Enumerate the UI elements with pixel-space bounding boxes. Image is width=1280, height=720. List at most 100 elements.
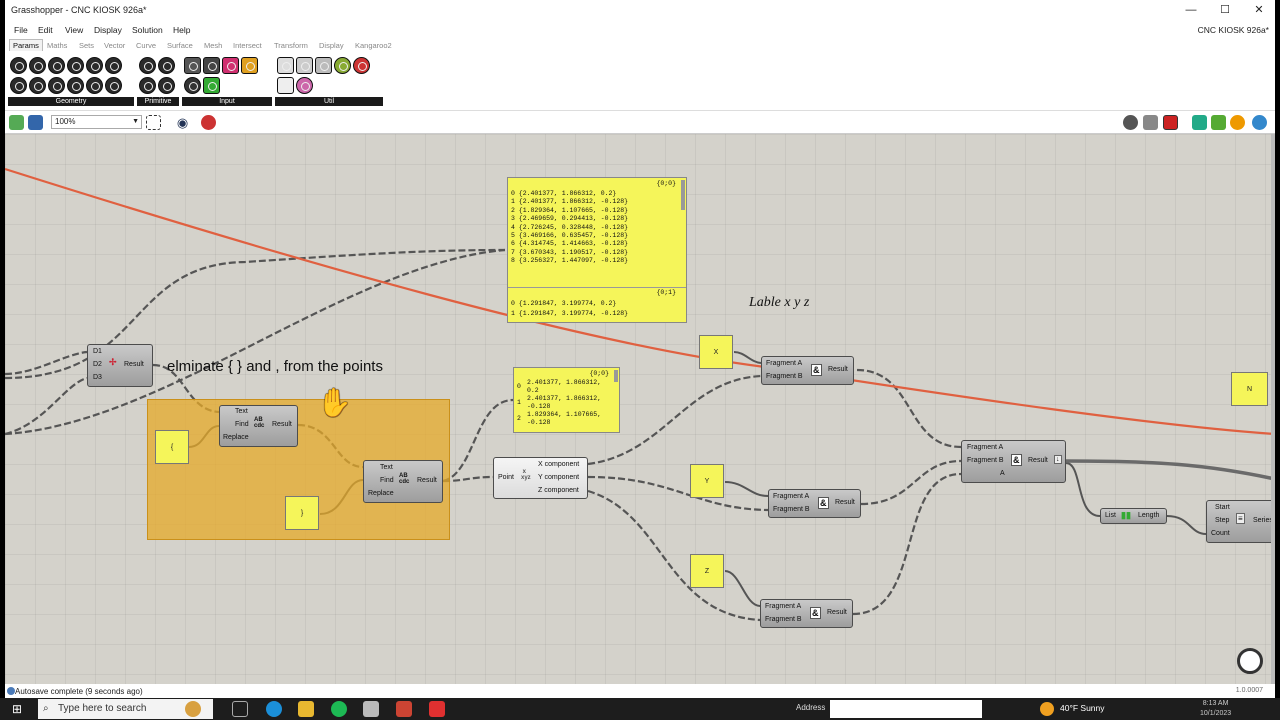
input-count[interactable]: Count <box>1211 530 1230 537</box>
file-explorer-icon[interactable] <box>298 701 314 717</box>
input-find[interactable]: Find <box>380 477 394 484</box>
button-icon[interactable] <box>184 77 201 94</box>
powerpoint-icon[interactable] <box>396 701 412 717</box>
zoom-dropdown[interactable]: 100% ▼ <box>51 115 142 129</box>
input-d3[interactable]: D3 <box>93 374 102 381</box>
menu-file[interactable]: File <box>14 25 28 35</box>
tab-maths[interactable]: Maths <box>47 41 67 50</box>
output-result[interactable]: Result <box>124 361 144 368</box>
panel-scrollbar[interactable] <box>681 180 685 210</box>
input-replace[interactable]: Replace <box>223 434 249 441</box>
x-label-param[interactable]: X <box>699 335 733 369</box>
input-fragment-a[interactable]: Fragment A <box>773 493 809 500</box>
boolean-param-icon[interactable] <box>139 57 156 74</box>
open-brace-param[interactable]: { <box>155 430 189 464</box>
line-param-icon[interactable] <box>29 77 46 94</box>
tab-intersect[interactable]: Intersect <box>233 41 262 50</box>
point-param-icon[interactable] <box>10 57 27 74</box>
replace-component-1[interactable]: Text Find Replace AB cdc Result <box>219 405 298 447</box>
navigation-compass-icon[interactable] <box>1237 648 1263 674</box>
clean-points-panel[interactable]: {0;0} 0 2.401377, 1.866312, 0.2 1 2.401377,… <box>513 367 620 433</box>
canvas-scrollbar[interactable] <box>1271 134 1275 684</box>
label-xyz-note[interactable]: Lable x y z <box>749 295 809 311</box>
tab-curve[interactable]: Curve <box>136 41 156 50</box>
windows-start-icon[interactable]: ⊞ <box>12 702 22 716</box>
ribbon-label-primitive[interactable]: Primitive <box>137 97 179 106</box>
menu-view[interactable]: View <box>65 25 83 35</box>
menu-help[interactable]: Help <box>173 25 190 35</box>
rhino-icon[interactable] <box>363 701 379 717</box>
output-result[interactable]: Result <box>417 477 437 484</box>
input-text[interactable]: Text <box>235 408 248 415</box>
panel-scrollbar[interactable] <box>614 370 618 382</box>
flatten-icon[interactable]: ↓ <box>1054 455 1062 464</box>
input-fragment-a[interactable]: Fragment A <box>765 603 801 610</box>
input-a[interactable]: A <box>1000 470 1005 477</box>
surface-param-icon[interactable] <box>67 77 84 94</box>
preview-icon[interactable] <box>1123 115 1138 130</box>
grasshopper-canvas[interactable]: elminate { } and , from the points Lable… <box>5 134 1275 684</box>
circle-param-icon[interactable] <box>29 57 46 74</box>
ribbon-label-input[interactable]: Input <box>182 97 272 106</box>
concatenate-x-component[interactable]: Fragment A Fragment B & Result <box>761 356 854 385</box>
text-param-icon[interactable] <box>158 77 175 94</box>
preview-mode-icon[interactable] <box>1163 115 1178 130</box>
weather-text[interactable]: 40°F Sunny <box>1060 703 1105 713</box>
value-list-icon[interactable] <box>203 77 220 94</box>
data-recorder-icon[interactable] <box>296 57 313 74</box>
tab-vector[interactable]: Vector <box>104 41 125 50</box>
tab-kangaroo2[interactable]: Kangaroo2 <box>355 41 392 50</box>
deconstruct-point-component[interactable]: Point x xyz X component Y component Z com… <box>493 457 588 499</box>
close-button[interactable]: ✕ <box>1245 2 1273 18</box>
input-d2[interactable]: D2 <box>93 361 102 368</box>
edge-icon[interactable] <box>266 701 282 717</box>
curve-param-icon[interactable] <box>10 77 27 94</box>
z-label-param[interactable]: Z <box>690 554 724 588</box>
output-result[interactable]: Result <box>272 421 292 428</box>
input-fragment-b[interactable]: Fragment B <box>773 506 810 513</box>
tab-sets[interactable]: Sets <box>79 41 94 50</box>
input-fragment-a[interactable]: Fragment A <box>766 360 802 367</box>
input-fragment-b[interactable]: Fragment B <box>765 616 802 623</box>
cluster-icon[interactable] <box>277 57 294 74</box>
fitness-icon[interactable] <box>334 57 351 74</box>
menu-display[interactable]: Display <box>94 25 122 35</box>
concatenate-y-component[interactable]: Fragment A Fragment B & Result <box>768 489 861 518</box>
points-panel[interactable]: {0;0} 0 {2.401377, 1.866312, 0.2} 1 {2.4… <box>507 177 687 323</box>
sphere-icon[interactable] <box>1252 115 1267 130</box>
tab-display[interactable]: Display <box>319 41 344 50</box>
output-result[interactable]: Result <box>827 609 847 616</box>
save-file-icon[interactable] <box>28 115 43 130</box>
mesh-param-icon[interactable] <box>105 57 122 74</box>
input-d1[interactable]: D1 <box>93 348 102 355</box>
plane-param-icon[interactable] <box>48 77 65 94</box>
toggle-icon[interactable] <box>203 57 220 74</box>
close-brace-param[interactable]: } <box>285 496 319 530</box>
graph-mapper-icon[interactable] <box>241 57 258 74</box>
taskbar-clock[interactable]: 8:13 AM 10/1/2023 <box>1200 699 1231 719</box>
shaded-preview-icon[interactable] <box>1192 115 1207 130</box>
vector-param-icon[interactable] <box>86 77 103 94</box>
y-label-param[interactable]: Y <box>690 464 724 498</box>
render-icon[interactable] <box>1230 115 1245 130</box>
output-y[interactable]: Y component <box>538 474 579 481</box>
merge-component[interactable]: D1 D2 D3 ✢ Result <box>87 344 153 387</box>
sketch-icon[interactable] <box>201 115 216 130</box>
series-component[interactable]: Start Step Count ≡ Series <box>1206 500 1275 543</box>
material-icon[interactable] <box>1211 115 1226 130</box>
ribbon-label-util[interactable]: Util <box>275 97 383 106</box>
minimize-button[interactable]: — <box>1177 2 1205 18</box>
zoom-extents-icon[interactable] <box>146 115 161 130</box>
box-param-icon[interactable] <box>67 57 84 74</box>
address-input[interactable] <box>830 700 982 718</box>
input-start[interactable]: Start <box>1215 504 1230 511</box>
open-file-icon[interactable] <box>9 115 24 130</box>
arrow-icon[interactable] <box>277 77 294 94</box>
output-length[interactable]: Length <box>1138 512 1159 519</box>
output-z[interactable]: Z component <box>538 487 579 494</box>
output-result[interactable]: Result <box>835 499 855 506</box>
task-view-icon[interactable] <box>232 701 248 717</box>
paint-icon[interactable] <box>185 701 201 717</box>
group-param-icon[interactable] <box>105 77 122 94</box>
output-x[interactable]: X component <box>538 461 579 468</box>
